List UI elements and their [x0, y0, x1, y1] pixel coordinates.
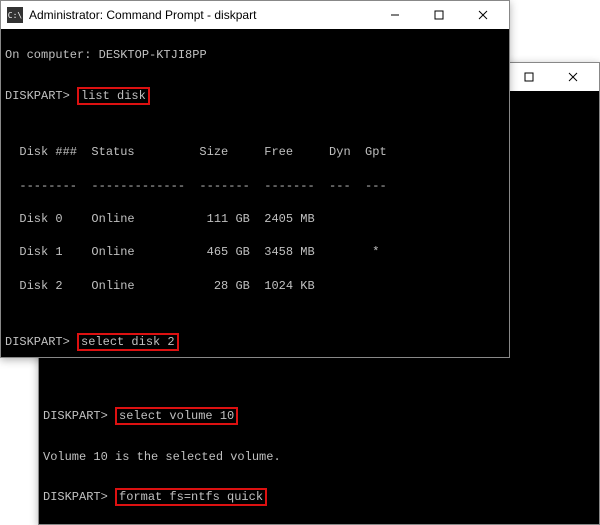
prompt-text: DISKPART>	[43, 490, 108, 504]
on-computer: On computer: DESKTOP-KTJI8PP	[5, 48, 207, 62]
close-button[interactable]	[461, 2, 505, 28]
maximize-button[interactable]	[507, 64, 551, 90]
disk-row: Disk 2 Online 28 GB 1024 KB	[5, 278, 505, 294]
maximize-button[interactable]	[417, 2, 461, 28]
disk-row: Disk 0 Online 111 GB 2405 MB	[5, 211, 505, 227]
prompt-text: DISKPART>	[43, 409, 108, 423]
cmd-list-disk: list disk	[77, 87, 150, 105]
selected-volume-msg: Volume 10 is the selected volume.	[43, 449, 595, 465]
prompt-text: DISKPART>	[5, 335, 70, 349]
disk-divider: -------- ------------- ------- ------- -…	[5, 178, 505, 194]
cmd-select-volume: select volume 10	[115, 407, 238, 425]
minimize-button[interactable]	[373, 2, 417, 28]
disk-row: Disk 1 Online 465 GB 3458 MB *	[5, 244, 505, 260]
cmd-format: format fs=ntfs quick	[115, 488, 267, 506]
titlebar-front[interactable]: C:\ Administrator: Command Prompt - disk…	[1, 1, 509, 29]
cmd-icon: C:\	[7, 7, 23, 23]
window-controls-front	[373, 2, 505, 28]
cmd-window-front: C:\ Administrator: Command Prompt - disk…	[0, 0, 510, 358]
cmd-select-disk: select disk 2	[77, 333, 179, 351]
console-front[interactable]: On computer: DESKTOP-KTJI8PP DISKPART> l…	[1, 29, 509, 357]
prompt-text: DISKPART>	[5, 89, 70, 103]
close-button[interactable]	[551, 64, 595, 90]
disk-header: Disk ### Status Size Free Dyn Gpt	[5, 144, 505, 160]
title-front: Administrator: Command Prompt - diskpart	[29, 8, 373, 22]
